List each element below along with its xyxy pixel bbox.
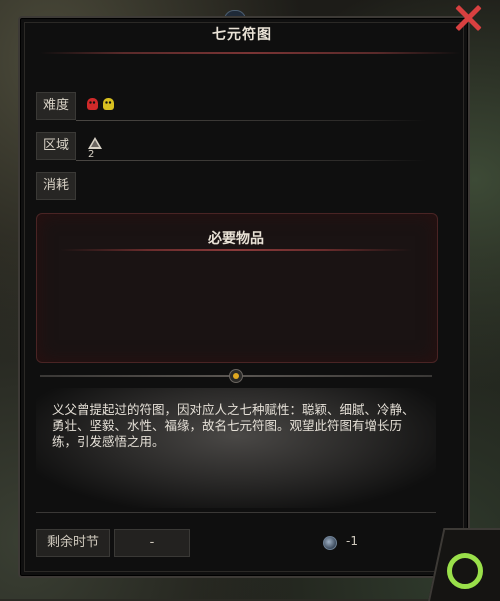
difficulty-skull-yellow-icon <box>103 98 114 110</box>
confirm-ring-icon[interactable] <box>447 553 483 589</box>
divider-gem-icon <box>229 369 243 383</box>
title-divider <box>40 52 460 54</box>
region-value: 2 <box>88 149 95 160</box>
region-underline <box>76 160 426 161</box>
cost-amount: -1 <box>346 534 358 548</box>
difficulty-skull-red-icon <box>87 98 98 110</box>
required-items-title: 必要物品 <box>208 231 264 247</box>
cost-label: 消耗 <box>36 172 76 200</box>
remaining-season-label: 剩余时节 <box>36 529 110 557</box>
close-icon[interactable] <box>451 1 485 35</box>
region-label: 区域 <box>36 132 76 160</box>
difficulty-label: 难度 <box>36 92 76 120</box>
item-description: 义父曾提起过的符图，因对应人之七种赋性：聪颖、细腻、冷静、勇壮、坚毅、水性、福缘… <box>52 402 415 449</box>
difficulty-underline <box>76 120 426 121</box>
required-items-divider <box>60 249 412 251</box>
footer-divider <box>36 512 436 513</box>
panel-title: 七元符图 <box>212 27 272 43</box>
coin-icon <box>323 536 337 550</box>
remaining-season-value: - <box>114 529 190 557</box>
